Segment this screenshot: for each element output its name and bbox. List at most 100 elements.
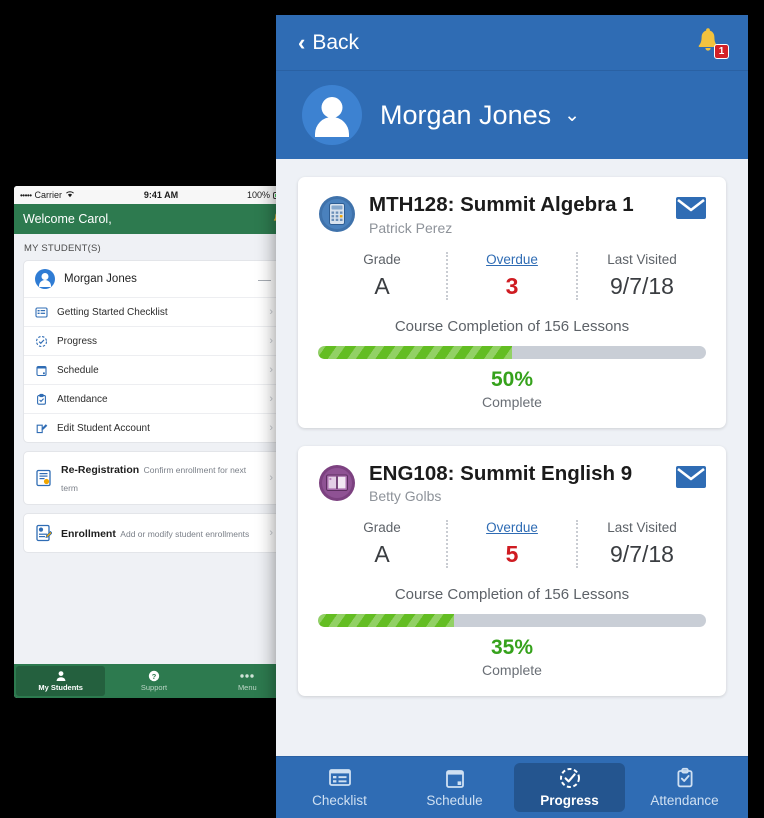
course-card[interactable]: ENG108: Summit English 9 Betty Golbs Gra…	[298, 445, 726, 697]
course-stats-row: Grade A Overdue 3 Last Visited 9/7/18	[318, 251, 706, 300]
student-row-morgan-jones[interactable]: Morgan Jones —	[24, 261, 284, 297]
stat-label: Last Visited	[607, 520, 677, 536]
collapse-icon[interactable]: —	[258, 272, 273, 287]
menu-item-edit-student-account[interactable]: Edit Student Account ›	[24, 413, 284, 442]
envelope-icon[interactable]	[676, 197, 706, 224]
stat-grade: Grade A	[318, 520, 446, 568]
carrier-label: Carrier	[34, 190, 63, 200]
tab-label: Checklist	[312, 793, 367, 808]
background-phone-screenshot: ••••• Carrier 9:41 AM 100% Welcome Carol…	[14, 186, 294, 698]
navigation-bar: ‹ Back 1	[276, 15, 748, 71]
checklist-icon	[35, 306, 48, 319]
course-stats-row: Grade A Overdue 5 Last Visited 9/7/18	[318, 520, 706, 569]
tab-progress[interactable]: Progress	[514, 763, 625, 812]
progress-percent-sub: Complete	[482, 662, 542, 679]
stat-value: 3	[505, 272, 519, 299]
menu-item-label: Getting Started Checklist	[57, 306, 168, 318]
student-selector-header[interactable]: Morgan Jones ⌄	[276, 71, 748, 159]
re-registration-card[interactable]: Re-Registration Confirm enrollment for n…	[23, 451, 285, 505]
progress-bar-fill	[318, 614, 454, 628]
stat-label: Grade	[363, 520, 401, 536]
person-avatar-icon	[302, 85, 362, 145]
menu-item-getting-started-checklist[interactable]: Getting Started Checklist ›	[24, 297, 284, 326]
panel-tab-bar: Checklist Schedule Progress Attendance	[276, 756, 748, 818]
chevron-right-icon: ›	[269, 306, 273, 318]
svg-text:?: ?	[152, 672, 157, 681]
wifi-icon	[65, 190, 75, 200]
phone-tab-support[interactable]: ? Support	[109, 666, 198, 696]
stat-value: A	[374, 272, 390, 299]
ellipsis-icon	[239, 670, 255, 682]
progress-clock-icon	[559, 767, 581, 789]
students-card: Morgan Jones — Getting Started Checklist…	[23, 260, 285, 443]
calendar-icon	[35, 364, 48, 377]
phone-welcome-header: Welcome Carol,	[14, 204, 294, 234]
action-item-subtitle: Add or modify student enrollments	[120, 529, 250, 539]
course-card[interactable]: MTH128: Summit Algebra 1 Patrick Perez G…	[298, 177, 726, 428]
notifications-button[interactable]: 1	[696, 27, 729, 59]
enrollment-form-icon	[35, 524, 53, 542]
action-item-title: Enrollment	[61, 528, 116, 540]
overdue-link[interactable]: Overdue	[448, 252, 576, 267]
progress-percent-sub: Complete	[482, 393, 542, 410]
phone-tab-my-students[interactable]: My Students	[16, 666, 106, 696]
phone-tab-label: Support	[140, 683, 168, 692]
my-students-section-label: MY STUDENT(S)	[24, 243, 101, 254]
menu-item-label: Schedule	[57, 364, 99, 376]
stat-value: 9/7/18	[610, 272, 674, 299]
progress-percent: 35%	[490, 636, 534, 660]
stat-last-visited: Last Visited 9/7/18	[576, 520, 706, 569]
student-name-label: Morgan Jones	[64, 273, 137, 285]
action-item-re-registration[interactable]: Re-Registration Confirm enrollment for n…	[24, 452, 284, 504]
completion-label: Course Completion of 156 Lessons	[394, 586, 630, 604]
tab-label: Schedule	[426, 793, 483, 808]
menu-item-attendance[interactable]: Attendance ›	[24, 384, 284, 413]
stat-overdue[interactable]: Overdue 3	[446, 251, 576, 300]
progress-bar-fill	[318, 345, 512, 359]
back-button-label: Back	[312, 30, 360, 54]
chevron-right-icon: ›	[269, 393, 273, 405]
notification-badge: 1	[714, 43, 729, 59]
chevron-right-icon: ›	[269, 527, 273, 539]
tab-schedule[interactable]: Schedule	[399, 763, 510, 812]
calculator-icon	[318, 195, 356, 233]
status-bar-time: 9:41 AM	[143, 190, 179, 200]
checklist-icon	[328, 767, 351, 789]
student-name-dropdown[interactable]: Morgan Jones ⌄	[380, 100, 580, 131]
student-name-label: Morgan Jones	[380, 99, 552, 130]
progress-bar	[318, 345, 706, 359]
stat-value: A	[374, 541, 390, 568]
course-teacher: Betty Golbs	[369, 488, 442, 505]
chevron-right-icon: ›	[269, 422, 273, 434]
enrollment-card[interactable]: Enrollment Add or modify student enrollm…	[23, 513, 285, 553]
course-title: ENG108: Summit English 9	[369, 461, 633, 485]
chevron-right-icon: ›	[269, 335, 273, 347]
progress-detail-panel: ‹ Back 1 Morgan Jones ⌄ MTH128: Summit A…	[276, 15, 748, 818]
course-teacher: Patrick Perez	[369, 219, 453, 236]
tab-attendance[interactable]: Attendance	[629, 763, 740, 812]
phone-tab-bar: My Students ? Support Menu	[14, 664, 294, 698]
menu-item-schedule[interactable]: Schedule ›	[24, 355, 284, 384]
envelope-icon[interactable]	[676, 465, 706, 493]
chevron-right-icon: ›	[269, 364, 273, 376]
tab-checklist[interactable]: Checklist	[284, 763, 395, 812]
document-gear-icon	[35, 469, 52, 487]
menu-item-progress[interactable]: Progress ›	[24, 326, 284, 355]
stat-overdue[interactable]: Overdue 5	[446, 520, 576, 569]
action-item-enrollment[interactable]: Enrollment Add or modify student enrollm…	[24, 514, 284, 552]
person-avatar-icon	[35, 269, 55, 289]
signal-dots-icon: •••••	[20, 190, 32, 200]
back-button[interactable]: ‹ Back	[298, 31, 359, 55]
menu-item-label: Progress	[57, 335, 98, 347]
edit-pencil-icon	[35, 422, 48, 435]
person-icon	[55, 670, 67, 682]
stat-label: Grade	[363, 251, 401, 267]
overdue-link[interactable]: Overdue	[448, 520, 576, 535]
action-item-title: Re-Registration	[61, 464, 140, 476]
course-cards-list: MTH128: Summit Algebra 1 Patrick Perez G…	[276, 159, 748, 756]
stat-label: Last Visited	[607, 251, 677, 267]
open-book-icon	[318, 464, 356, 502]
notification-count: 1	[718, 45, 725, 57]
welcome-title: Welcome Carol,	[23, 212, 112, 226]
clipboard-check-icon	[675, 767, 695, 789]
